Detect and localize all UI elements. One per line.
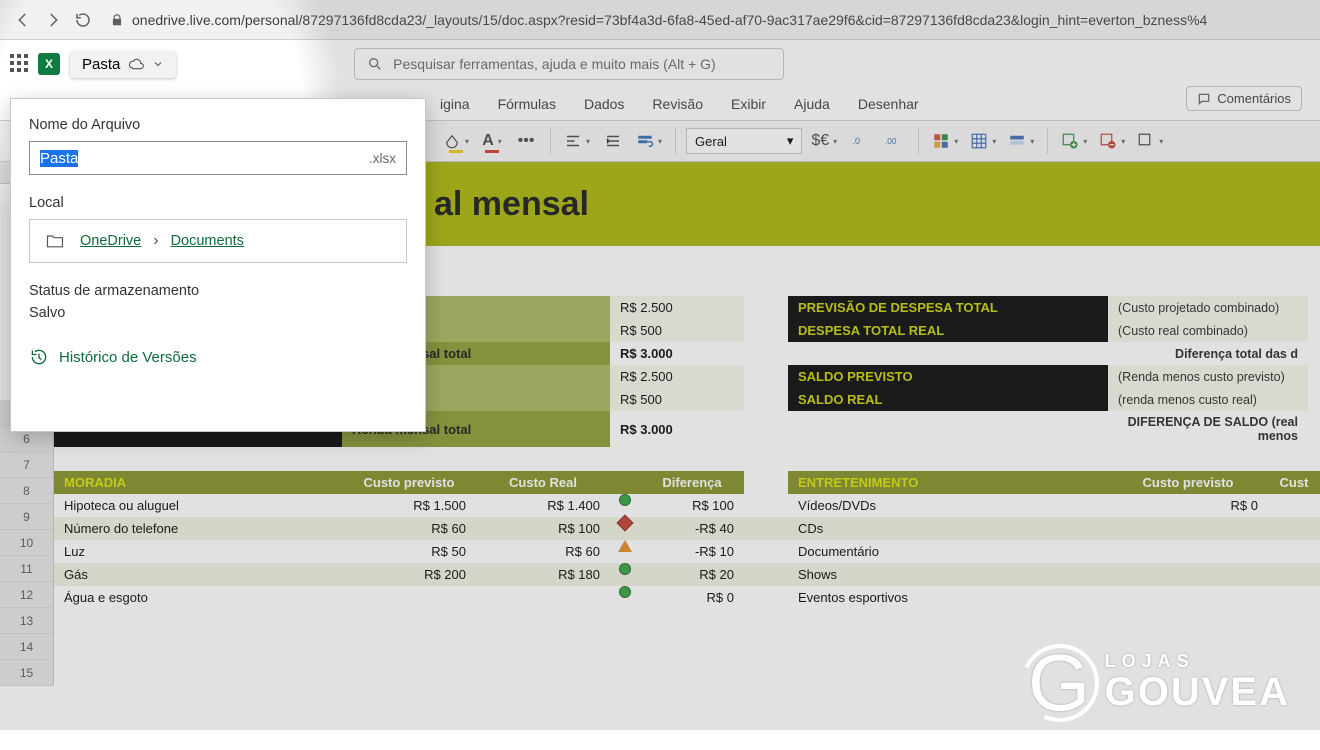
file-info-popover: Nome do Arquivo .xlsx Local OneDrive › D… bbox=[10, 98, 426, 432]
filename-input-wrap: .xlsx bbox=[29, 141, 407, 175]
filename-text: Pasta bbox=[82, 56, 120, 73]
number-format-label: Geral bbox=[695, 134, 727, 149]
svg-text:.0: .0 bbox=[853, 136, 861, 146]
decrease-decimal-button[interactable]: .0 bbox=[846, 127, 874, 155]
breadcrumb-link[interactable]: OneDrive bbox=[80, 233, 141, 249]
history-icon bbox=[29, 347, 49, 367]
file-extension: .xlsx bbox=[369, 151, 396, 166]
insert-cells-button[interactable]: ▾ bbox=[1058, 127, 1090, 155]
url-text: onedrive.live.com/personal/87297136fd8cd… bbox=[132, 12, 1207, 28]
number-format-select[interactable]: Geral▾ bbox=[686, 128, 802, 154]
search-placeholder: Pesquisar ferramentas, ajuda e muito mai… bbox=[393, 56, 716, 72]
address-bar[interactable]: onedrive.live.com/personal/87297136fd8cd… bbox=[104, 10, 1306, 30]
status-ok-icon bbox=[619, 563, 631, 575]
cond-format-button[interactable]: ▾ bbox=[929, 127, 961, 155]
version-history-link[interactable]: Histórico de Versões bbox=[29, 347, 407, 367]
comment-icon bbox=[1197, 92, 1211, 106]
app-header: X Pasta Pesquisar ferramentas, ajuda e m… bbox=[0, 40, 1320, 88]
version-history-label: Histórico de Versões bbox=[59, 349, 197, 366]
comments-button[interactable]: Comentários bbox=[1186, 86, 1302, 111]
format-table-button[interactable]: ▾ bbox=[967, 127, 999, 155]
folder-icon bbox=[42, 231, 68, 251]
location-breadcrumb[interactable]: OneDrive › Documents bbox=[29, 219, 407, 263]
lock-icon bbox=[110, 13, 124, 27]
ribbon-tab[interactable]: Exibir bbox=[731, 96, 766, 112]
watermark: G LOJASGOUVEA bbox=[1021, 644, 1290, 722]
back-icon[interactable] bbox=[14, 11, 32, 29]
chevron-down-icon bbox=[152, 58, 164, 70]
ribbon-tab[interactable]: igina bbox=[440, 96, 470, 112]
comments-label: Comentários bbox=[1217, 91, 1291, 106]
filename-input[interactable] bbox=[40, 150, 369, 167]
currency-button[interactable]: $€▾ bbox=[808, 127, 840, 155]
align-button[interactable]: ▾ bbox=[561, 127, 593, 155]
delete-cells-button[interactable]: ▾ bbox=[1096, 127, 1128, 155]
search-icon bbox=[367, 56, 383, 72]
cell-styles-button[interactable]: ▾ bbox=[1005, 127, 1037, 155]
app-launcher-icon[interactable] bbox=[8, 52, 32, 76]
search-input[interactable]: Pesquisar ferramentas, ajuda e muito mai… bbox=[354, 48, 784, 80]
filename-label: Nome do Arquivo bbox=[29, 117, 407, 133]
ribbon-tab[interactable]: Ajuda bbox=[794, 96, 830, 112]
ribbon-tab[interactable]: Revisão bbox=[652, 96, 703, 112]
browser-toolbar: onedrive.live.com/personal/87297136fd8cd… bbox=[0, 0, 1320, 40]
ribbon-tab[interactable]: Dados bbox=[584, 96, 624, 112]
svg-text:.00: .00 bbox=[885, 137, 897, 146]
status-warn-icon bbox=[618, 540, 632, 552]
location-label: Local bbox=[29, 195, 407, 211]
excel-icon: X bbox=[38, 53, 60, 75]
ribbon-tab[interactable]: Fórmulas bbox=[498, 96, 556, 112]
forward-icon[interactable] bbox=[44, 11, 62, 29]
storage-status-label: Status de armazenamento bbox=[29, 283, 407, 299]
filename-dropdown[interactable]: Pasta bbox=[70, 51, 176, 78]
breadcrumb-link[interactable]: Documents bbox=[171, 233, 244, 249]
fill-color-button[interactable]: ▾ bbox=[440, 127, 472, 155]
reload-icon[interactable] bbox=[74, 11, 92, 29]
status-ok-icon bbox=[619, 494, 631, 506]
cloud-sync-icon bbox=[128, 56, 144, 72]
font-color-button[interactable]: A▾ bbox=[478, 127, 506, 155]
saved-status: Salvo bbox=[29, 305, 407, 321]
format-cells-button[interactable]: ▾ bbox=[1134, 127, 1166, 155]
increase-decimal-button[interactable]: .00 bbox=[880, 127, 908, 155]
status-bad-icon bbox=[617, 515, 634, 532]
status-ok-icon bbox=[619, 586, 631, 598]
wrap-text-button[interactable]: ▾ bbox=[633, 127, 665, 155]
indent-button[interactable] bbox=[599, 127, 627, 155]
more-font-button[interactable]: ••• bbox=[512, 127, 540, 155]
ribbon-tab[interactable]: Desenhar bbox=[858, 96, 919, 112]
